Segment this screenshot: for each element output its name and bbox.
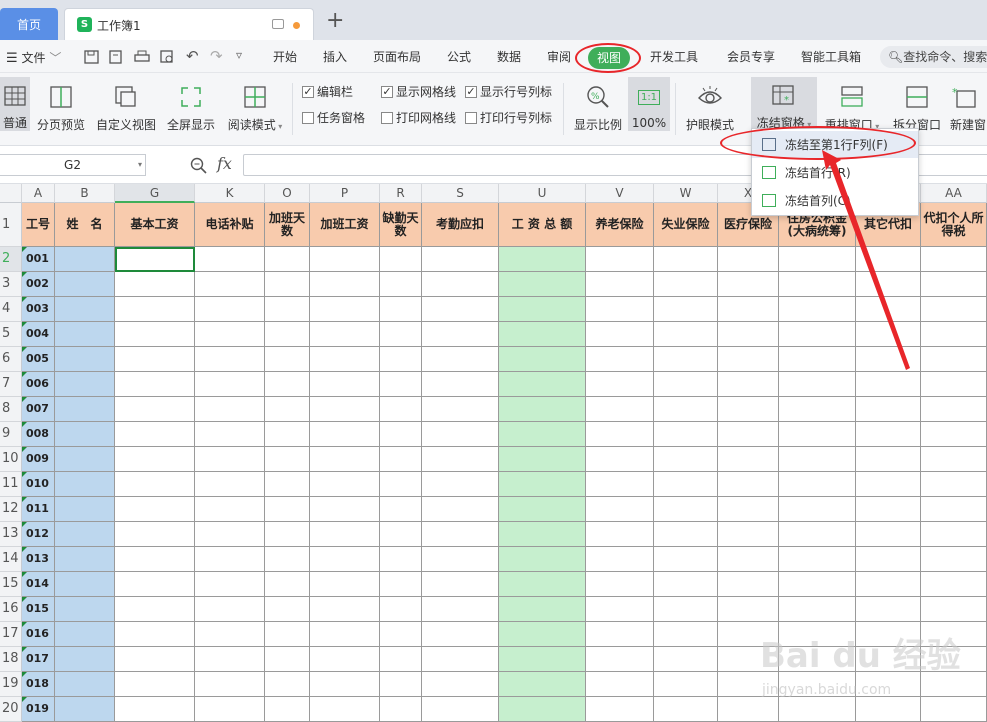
red-arrow-icon <box>822 150 910 370</box>
baidu-watermark-url: jingyan.baidu.com <box>762 682 892 698</box>
baidu-watermark-logo: Bai du 经验 <box>760 636 961 676</box>
annotation-arrow <box>822 150 910 370</box>
